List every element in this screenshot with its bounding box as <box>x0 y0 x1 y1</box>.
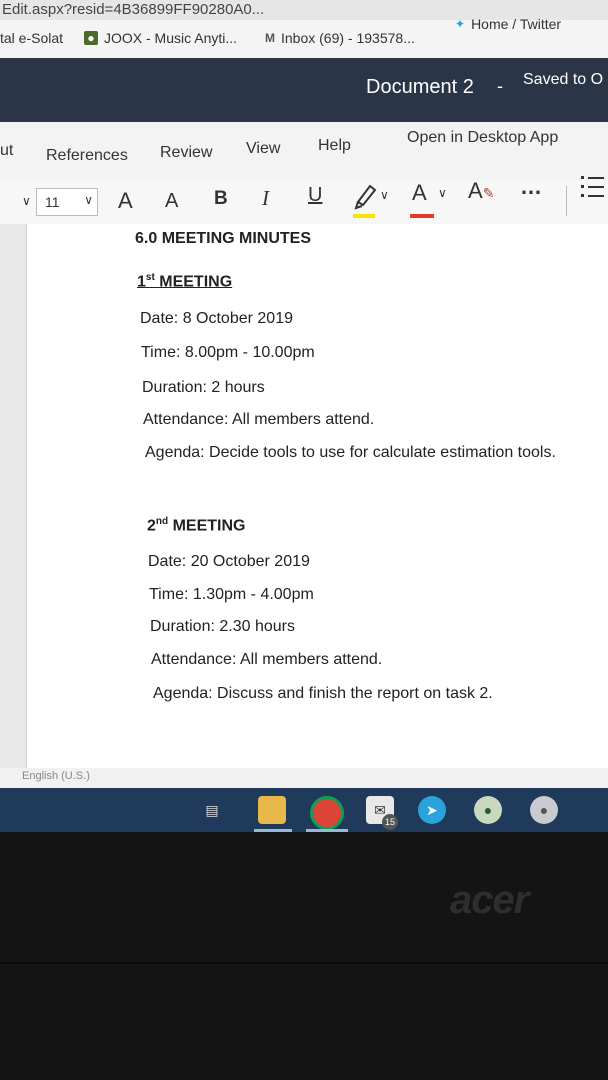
meeting-2-attendance: Attendance: All members attend. <box>151 651 383 668</box>
language-indicator[interactable]: English (U.S.) <box>22 770 90 782</box>
document-heading: 6.0 MEETING MINUTES <box>135 230 312 247</box>
shrink-font-button[interactable]: A <box>165 190 178 213</box>
tab-references[interactable]: References <box>46 147 128 165</box>
bookmark-twitter[interactable]: ✦ Home / Twitter <box>455 16 561 32</box>
more-options-button[interactable]: … <box>520 174 542 200</box>
meeting-1-attendance: Attendance: All members attend. <box>143 411 375 428</box>
ordinal-suffix: nd <box>155 516 169 527</box>
bold-button[interactable]: B <box>214 188 228 210</box>
bullet-list-icon[interactable] <box>578 170 606 209</box>
app-icon[interactable]: ● <box>474 796 502 824</box>
meeting-2-duration: Duration: 2.30 hours <box>150 618 295 635</box>
gmail-icon: M <box>265 31 275 45</box>
ordinal-number: 1 <box>137 273 146 291</box>
tab-view[interactable]: View <box>246 140 280 158</box>
ribbon-tabs: ut References Review View Help Open in D… <box>0 122 608 180</box>
task-view-icon[interactable]: ▤ <box>198 796 226 824</box>
underline-button[interactable]: U <box>308 184 322 207</box>
screen: Edit.aspx?resid=4B36899FF90280A0... tal … <box>0 0 608 832</box>
bookmark-label: tal e-Solat <box>0 30 64 46</box>
tab-layout[interactable]: ut <box>0 142 13 160</box>
file-explorer-icon[interactable] <box>258 796 286 824</box>
meeting-1-duration: Duration: 2 hours <box>142 379 265 396</box>
tab-review[interactable]: Review <box>160 144 212 162</box>
meeting-1-agenda: Agenda: Decide tools to use for calculat… <box>145 444 556 461</box>
hinge-line <box>0 962 608 964</box>
font-size-value: 11 <box>45 194 60 210</box>
document-canvas: 6.0 MEETING MINUTES 1st MEETING Date: 8 … <box>0 224 608 788</box>
bookmarks-bar: tal e-Solat ● JOOX - Music Anyti... M In… <box>0 16 608 59</box>
grow-font-button[interactable]: A <box>118 188 133 214</box>
url-text: Edit.aspx?resid=4B36899FF90280A0... <box>2 1 265 18</box>
meeting-word: MEETING <box>168 517 246 535</box>
meeting-2-title: 2nd MEETING <box>147 516 245 535</box>
telegram-icon[interactable]: ➤ <box>418 796 446 824</box>
chevron-down-icon: ∨ <box>84 193 93 207</box>
windows-taskbar: ▤ ✉ 15 ➤ ● ● <box>0 788 608 832</box>
formatting-toolbar: ∨ 11 ∨ A A B I U ∨ A ∨ A✎ … <box>0 174 608 225</box>
highlight-color-swatch <box>353 214 375 218</box>
app-icon[interactable]: ● <box>530 796 558 824</box>
toolbar-divider <box>566 186 567 216</box>
open-desktop-app-button[interactable]: Open in Desktop App <box>407 129 558 147</box>
bookmark-inbox[interactable]: M Inbox (69) - 193578... <box>265 30 415 46</box>
font-size-select[interactable]: 11 ∨ <box>36 188 98 216</box>
meeting-2-agenda: Agenda: Discuss and finish the report on… <box>153 685 493 702</box>
word-title-bar: Document 2 - Saved to O <box>0 58 608 122</box>
chrome-icon[interactable] <box>310 796 344 830</box>
bookmark-joox[interactable]: ● JOOX - Music Anyti... <box>84 30 237 46</box>
font-color-button[interactable]: A <box>412 180 427 206</box>
ordinal-suffix: st <box>145 272 155 283</box>
meeting-2-date: Date: 20 October 2019 <box>148 553 310 570</box>
document-title[interactable]: Document 2 <box>366 76 474 99</box>
meeting-1-title: 1st MEETING <box>137 272 232 291</box>
highlighter-icon[interactable] <box>354 180 380 215</box>
meeting-1-time: Time: 8.00pm - 10.00pm <box>141 344 315 361</box>
meeting-word: MEETING <box>154 273 233 291</box>
twitter-icon: ✦ <box>455 17 466 31</box>
document-page[interactable]: 6.0 MEETING MINUTES 1st MEETING Date: 8 … <box>26 224 608 788</box>
chevron-down-icon[interactable]: ∨ <box>22 194 31 208</box>
chevron-down-icon[interactable]: ∨ <box>438 186 447 200</box>
clear-formatting-icon[interactable]: A✎ <box>468 178 494 204</box>
title-separator: - <box>497 76 503 96</box>
status-bar: English (U.S.) <box>0 768 608 788</box>
joox-icon: ● <box>84 31 98 45</box>
save-status: Saved to O <box>523 71 604 88</box>
bookmark-label: Inbox (69) - 193578... <box>281 30 415 46</box>
chevron-down-icon[interactable]: ∨ <box>380 188 389 202</box>
bookmark-label: Home / Twitter <box>471 16 562 32</box>
italic-button[interactable]: I <box>262 186 269 211</box>
laptop-bezel: acer <box>0 832 608 1080</box>
meeting-2-time: Time: 1.30pm - 4.00pm <box>149 586 314 603</box>
acer-logo: acer <box>450 878 529 922</box>
font-color-swatch <box>410 214 434 218</box>
tab-help[interactable]: Help <box>318 137 351 155</box>
ordinal-number: 2 <box>147 517 156 535</box>
bookmark-label: JOOX - Music Anyti... <box>104 30 238 46</box>
meeting-1-date: Date: 8 October 2019 <box>140 310 293 327</box>
bookmark-esolat[interactable]: tal e-Solat <box>0 30 63 46</box>
mail-badge: 15 <box>382 814 398 830</box>
